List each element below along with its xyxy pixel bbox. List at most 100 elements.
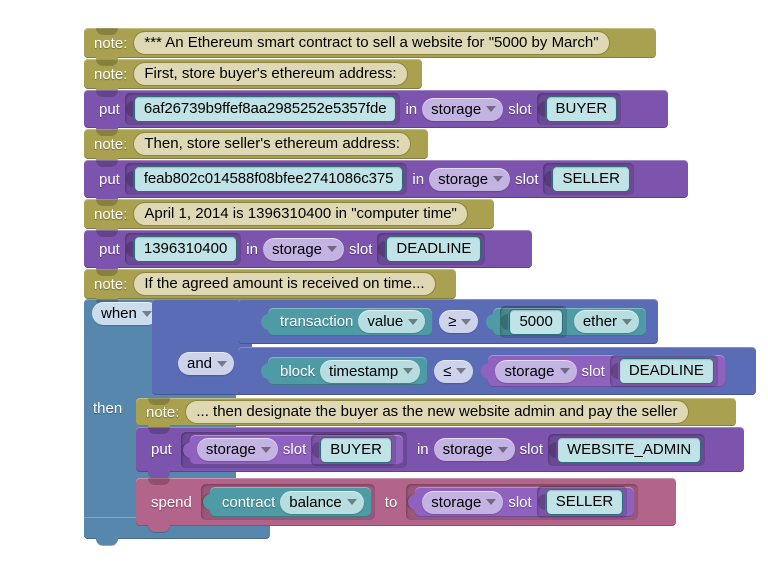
condition-row[interactable]: transaction value ≥ 5000 ether bbox=[238, 299, 658, 344]
amount-number-field[interactable]: 5000 bbox=[509, 308, 563, 335]
storage-slot-block[interactable]: storage slot DEADLINE bbox=[481, 355, 725, 387]
comparison-operator-value: ≤ bbox=[443, 362, 452, 380]
contract-balance-block[interactable]: contract balance bbox=[202, 487, 371, 517]
note-block[interactable]: note: April 1, 2014 is 1396310400 in "co… bbox=[84, 199, 494, 235]
slot-socket: BUYER bbox=[311, 433, 396, 466]
storage-slot-block[interactable]: storage slot BUYER bbox=[182, 433, 403, 466]
block-notch-top bbox=[96, 230, 118, 237]
put-block[interactable]: put storage slot BUYER in storage slot W… bbox=[136, 427, 744, 478]
then-keyword: then bbox=[93, 400, 123, 417]
note-text-field[interactable]: Then, store seller's ethereum address: bbox=[133, 132, 411, 156]
block-notch-top bbox=[148, 427, 170, 434]
scope-dropdown-value: storage bbox=[431, 493, 482, 511]
block-nub-bottom bbox=[148, 471, 170, 478]
when-dropdown-wrap: when bbox=[92, 302, 159, 325]
value-socket: feab802c014588f08bfee2741086c375 bbox=[124, 163, 408, 195]
in-keyword: in bbox=[405, 100, 418, 118]
note-block[interactable]: note: Then, store seller's ethereum addr… bbox=[84, 129, 428, 165]
when-dropdown[interactable]: when bbox=[92, 302, 159, 325]
slot-socket: SELLER bbox=[543, 163, 635, 195]
scope-dropdown[interactable]: storage bbox=[262, 237, 345, 261]
chevron-down-icon bbox=[141, 310, 152, 317]
slot-name-field[interactable]: SELLER bbox=[545, 489, 624, 515]
scope-dropdown[interactable]: storage bbox=[196, 438, 278, 461]
note-block[interactable]: note: First, store buyer's ethereum addr… bbox=[84, 59, 422, 95]
note-text-field[interactable]: If the agreed amount is received on time… bbox=[133, 272, 436, 296]
slot-name-field[interactable]: DEADLINE bbox=[618, 358, 714, 384]
comparison-operator-dropdown[interactable]: ≥ bbox=[439, 310, 479, 333]
block-notch-top bbox=[96, 28, 118, 35]
slot-socket: WEBSITE_ADMIN bbox=[548, 433, 706, 466]
amount-unit-block[interactable]: 5000 ether bbox=[486, 305, 647, 338]
to-keyword: to bbox=[384, 493, 398, 511]
scope-dropdown-value: storage bbox=[504, 362, 555, 380]
chevron-down-icon bbox=[403, 368, 414, 374]
transaction-value-block[interactable]: transaction value bbox=[260, 307, 433, 336]
note-text-field[interactable]: ... then designate the buyer as the new … bbox=[185, 400, 689, 424]
chevron-down-icon bbox=[497, 446, 508, 453]
comparison-operator-dropdown[interactable]: ≤ bbox=[434, 359, 474, 383]
note-keyword: note: bbox=[94, 34, 128, 52]
scope-dropdown-value: storage bbox=[431, 100, 482, 118]
in-keyword: in bbox=[412, 170, 425, 188]
condition-row[interactable]: block timestamp ≤ storage slot DEADLINE bbox=[238, 347, 756, 395]
slot-keyword: slot bbox=[349, 240, 373, 258]
note-text-field[interactable]: *** An Ethereum smart contract to sell a… bbox=[133, 31, 610, 55]
number-text-field[interactable]: 1396310400 bbox=[133, 236, 238, 262]
slot-name-field[interactable]: WEBSITE_ADMIN bbox=[557, 436, 702, 463]
address-text-field[interactable]: feab802c014588f08bfee2741086c375 bbox=[133, 166, 404, 192]
property-dropdown-value: balance bbox=[289, 493, 342, 511]
scope-dropdown[interactable]: storage bbox=[422, 490, 504, 514]
property-dropdown[interactable]: timestamp bbox=[320, 359, 421, 383]
then-label-wrap: then bbox=[93, 400, 122, 418]
note-block[interactable]: note: *** An Ethereum smart contract to … bbox=[84, 28, 656, 64]
put-block[interactable]: put 6af26739b9ffef8aa2985252e5357fde in … bbox=[84, 90, 668, 134]
note-keyword: note: bbox=[146, 403, 180, 421]
put-keyword: put bbox=[99, 100, 120, 118]
address-text-field[interactable]: 6af26739b9ffef8aa2985252e5357fde bbox=[133, 96, 397, 122]
note-block[interactable]: note: ... then designate the buyer as th… bbox=[136, 398, 736, 432]
slot-socket: DEADLINE bbox=[377, 233, 486, 265]
slot-socket: SELLER bbox=[536, 486, 628, 518]
note-keyword: note: bbox=[94, 275, 128, 293]
block-notch-top bbox=[148, 398, 170, 405]
scope-dropdown[interactable]: storage bbox=[429, 167, 511, 191]
note-keyword: note: bbox=[94, 135, 128, 153]
unit-dropdown[interactable]: ether bbox=[573, 310, 640, 333]
note-text-field[interactable]: First, store buyer's ethereum address: bbox=[133, 62, 408, 86]
value-socket: contract balance bbox=[200, 484, 375, 520]
block-notch-top bbox=[96, 199, 118, 206]
block-notch-top bbox=[96, 59, 118, 66]
property-dropdown[interactable]: balance bbox=[280, 490, 364, 514]
note-block[interactable]: note: If the agreed amount is received o… bbox=[84, 269, 456, 305]
block-nub-bottom bbox=[148, 525, 170, 532]
note-keyword: note: bbox=[94, 205, 128, 223]
chevron-down-icon bbox=[217, 360, 228, 367]
chevron-down-icon bbox=[408, 318, 419, 325]
blockly-workspace[interactable]: note: *** An Ethereum smart contract to … bbox=[0, 0, 768, 581]
put-block[interactable]: put 1396310400 in storage slot DEADLINE bbox=[84, 230, 532, 274]
chevron-down-icon bbox=[461, 318, 472, 325]
slot-socket: BUYER bbox=[536, 93, 622, 125]
and-dropdown[interactable]: and bbox=[178, 352, 235, 375]
slot-name-field[interactable]: SELLER bbox=[552, 166, 631, 192]
scope-dropdown[interactable]: storage bbox=[495, 359, 577, 383]
block-timestamp-block[interactable]: block timestamp bbox=[260, 357, 428, 385]
value-socket: 6af26739b9ffef8aa2985252e5357fde bbox=[124, 93, 401, 125]
put-block[interactable]: put feab802c014588f08bfee2741086c375 in … bbox=[84, 160, 688, 204]
note-text-field[interactable]: April 1, 2014 is 1396310400 in "computer… bbox=[133, 202, 468, 226]
block-nub-bottom bbox=[96, 538, 118, 545]
spend-block[interactable]: spend contract balance to storage slot S… bbox=[136, 478, 676, 532]
storage-slot-block[interactable]: storage slot SELLER bbox=[408, 486, 635, 518]
chevron-down-icon bbox=[346, 499, 357, 505]
boolean-group[interactable] bbox=[152, 299, 252, 395]
block-notch-top bbox=[96, 90, 118, 97]
put-keyword: put bbox=[151, 441, 172, 458]
scope-dropdown[interactable]: storage bbox=[433, 438, 515, 461]
property-dropdown[interactable]: value bbox=[358, 310, 426, 333]
put-keyword: put bbox=[99, 170, 120, 188]
slot-name-field[interactable]: BUYER bbox=[545, 96, 618, 122]
slot-name-field[interactable]: BUYER bbox=[320, 436, 392, 463]
scope-dropdown[interactable]: storage bbox=[422, 97, 504, 121]
slot-name-field[interactable]: DEADLINE bbox=[386, 236, 482, 262]
